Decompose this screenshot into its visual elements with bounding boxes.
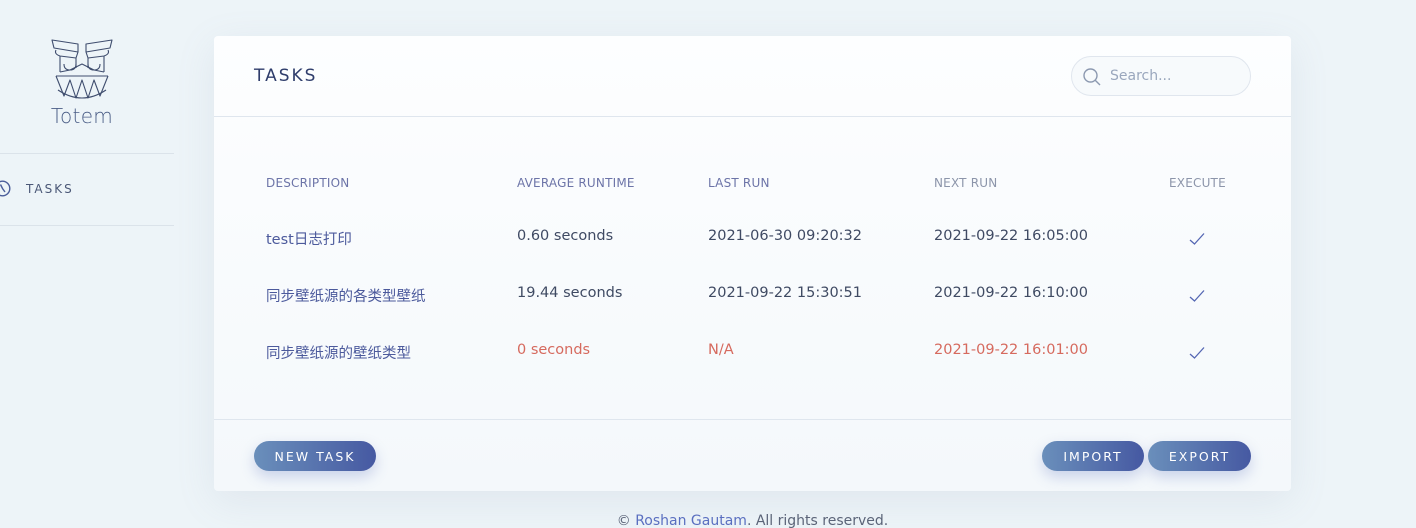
card-header: TASKS: [214, 36, 1291, 117]
brand-name: Totem: [50, 104, 114, 128]
task-next-run: 2021-09-22 16:01:00: [934, 342, 1088, 358]
table-row: 同步壁纸源的各类型壁纸 19.44 seconds 2021-09-22 15:…: [254, 285, 1254, 325]
task-average-runtime: 0.60 seconds: [517, 228, 614, 244]
column-header-execute: EXECUTE: [1169, 176, 1226, 190]
task-description: 同步壁纸源的壁纸类型: [266, 346, 411, 362]
totem-logo-icon: [51, 39, 113, 99]
check-icon[interactable]: [1189, 232, 1205, 246]
table-header: DESCRIPTION AVERAGE RUNTIME LAST RUN NEX…: [254, 176, 1254, 192]
sidebar-divider: [0, 153, 174, 154]
task-description: test日志打印: [266, 232, 352, 248]
column-header-average-runtime: AVERAGE RUNTIME: [517, 176, 635, 190]
check-icon[interactable]: [1189, 289, 1205, 303]
table-row: test日志打印 0.60 seconds 2021-06-30 09:20:3…: [254, 228, 1254, 268]
search-icon: [1083, 68, 1101, 86]
search-input[interactable]: [1110, 65, 1240, 87]
rights-text: . All rights reserved.: [746, 513, 889, 528]
sidebar-item-tasks[interactable]: TASKS: [0, 172, 174, 206]
column-header-description: DESCRIPTION: [266, 176, 350, 190]
tasks-card: TASKS DESCRIPTION AVERAGE RUNTIME LAST R…: [214, 36, 1291, 491]
import-button[interactable]: IMPORT: [1042, 441, 1144, 471]
sidebar-divider: [0, 225, 174, 226]
new-task-button[interactable]: NEW TASK: [254, 441, 376, 471]
column-header-next-run: NEXT RUN: [934, 176, 998, 190]
task-last-run: N/A: [708, 342, 734, 358]
page-title: TASKS: [254, 66, 318, 86]
task-next-run: 2021-09-22 16:10:00: [934, 285, 1088, 301]
task-average-runtime: 19.44 seconds: [517, 285, 623, 301]
column-header-last-run: LAST RUN: [708, 176, 770, 190]
table-row: 同步壁纸源的壁纸类型 0 seconds N/A 2021-09-22 16:0…: [254, 342, 1254, 382]
task-last-run: 2021-09-22 15:30:51: [708, 285, 862, 301]
task-last-run: 2021-06-30 09:20:32: [708, 228, 862, 244]
check-icon[interactable]: [1189, 346, 1205, 360]
task-average-runtime: 0 seconds: [517, 342, 591, 358]
task-next-run: 2021-09-22 16:05:00: [934, 228, 1088, 244]
copyright-footer: © Roshan Gautam. All rights reserved.: [0, 513, 1416, 528]
export-button[interactable]: EXPORT: [1148, 441, 1251, 471]
copyright-symbol: ©: [616, 513, 631, 528]
clock-icon: [0, 180, 11, 197]
author-link[interactable]: Roshan Gautam: [635, 513, 747, 528]
card-footer: NEW TASK IMPORT EXPORT: [214, 419, 1291, 491]
sidebar-item-label: TASKS: [26, 182, 74, 196]
search-box[interactable]: [1071, 56, 1251, 96]
sidebar: Totem TASKS: [0, 0, 174, 528]
task-description: 同步壁纸源的各类型壁纸: [266, 289, 426, 305]
